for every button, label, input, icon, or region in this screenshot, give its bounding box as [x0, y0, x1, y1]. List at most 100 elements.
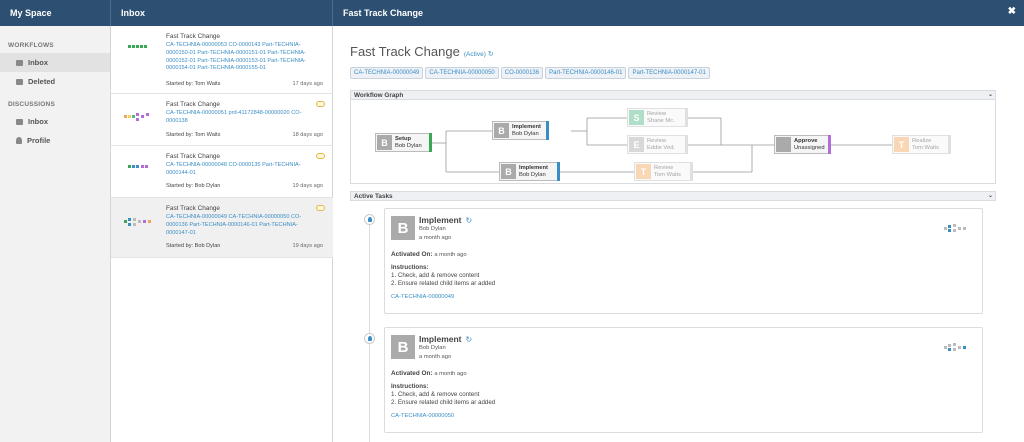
- user-icon: [16, 137, 22, 144]
- sidebar-item-label: Inbox: [28, 117, 48, 126]
- inbox-item[interactable]: Fast Track Change CA-TECHNIA-00000048 CO…: [111, 146, 333, 198]
- task-name: Implement: [419, 334, 462, 344]
- node-user: Shane Mc.: [647, 117, 675, 124]
- inbox-item-starter: Started by: Tom Waits: [166, 132, 221, 138]
- workflow-node-setup[interactable]: B Setup Bob Dylan: [375, 133, 432, 152]
- task-name-row: Implement ↻: [419, 215, 472, 225]
- node-name: Review: [647, 138, 667, 145]
- active-tasks-title: Active Tasks: [354, 193, 393, 200]
- task-assignee: Bob Dylan: [419, 226, 446, 232]
- inbox-item-selected[interactable]: Fast Track Change CA-TECHNIA-00000049 CA…: [111, 198, 333, 258]
- discussions-section-label: DISCUSSIONS: [8, 101, 55, 108]
- related-item-tag[interactable]: Part-TECHNIA-0000147-01: [628, 67, 710, 79]
- sidebar: WORKFLOWS Inbox Deleted DISCUSSIONS Inbo…: [0, 26, 111, 442]
- chevron-down-icon[interactable]: ⌄: [988, 91, 993, 100]
- sidebar-item-deleted[interactable]: Deleted: [0, 72, 110, 91]
- workflow-node-approve[interactable]: Approve Unassigned: [774, 135, 831, 154]
- inbox-item-starter: Started by: Bob Dylan: [166, 243, 221, 249]
- inbox-icon: [16, 118, 23, 125]
- related-item-tag[interactable]: Part-TECHNIA-0000146-01: [545, 67, 627, 79]
- instruction-line: 2. Ensure related child items ar added: [391, 399, 496, 406]
- avatar: B: [391, 216, 415, 240]
- task-link[interactable]: CA-TECHNIA-00000050: [391, 413, 454, 419]
- inbox-item-title: Fast Track Change: [166, 153, 220, 160]
- sidebar-item-profile[interactable]: Profile: [0, 131, 110, 150]
- workflow-thumbnail-icon: [128, 165, 148, 168]
- sidebar-item-label: Inbox: [28, 58, 48, 67]
- assignee-avatar: B: [377, 135, 392, 150]
- workflow-graph: B Setup Bob Dylan B Implement Bob Dylan B Imp…: [350, 100, 996, 184]
- related-item-tag[interactable]: CA-TECHNIA-00000050: [425, 67, 499, 79]
- inbox-item-date: 19 days ago: [292, 183, 323, 189]
- workflow-graph-title: Workflow Graph: [354, 92, 404, 99]
- refresh-icon[interactable]: ↻: [488, 51, 494, 58]
- workflow-node-implement[interactable]: B Implement Bob Dylan: [492, 121, 549, 140]
- sidebar-item-label: Profile: [27, 136, 51, 145]
- task-link[interactable]: CA-TECHNIA-00000049: [391, 294, 454, 300]
- inbox-header: Inbox: [111, 0, 333, 26]
- user-icon: [364, 214, 375, 225]
- related-item-tag[interactable]: CA-TECHNIA-00000049: [350, 67, 424, 79]
- workflow-graph-header[interactable]: Workflow Graph ⌄: [350, 90, 996, 100]
- workflow-node-implement[interactable]: B Implement Bob Dylan: [499, 162, 560, 181]
- assignee-avatar: T: [894, 137, 909, 152]
- close-icon[interactable]: ✖: [1008, 6, 1016, 17]
- inbox-item-date: 17 days ago: [292, 81, 323, 87]
- inbox-icon: [16, 59, 23, 66]
- node-user: Tom Waits: [912, 144, 939, 151]
- inbox-item-links[interactable]: CA-TECHNIA-00000053 CO-0000143 Part-TECH…: [166, 42, 316, 73]
- activated-label: Activated On:: [391, 251, 433, 258]
- inbox-item-links[interactable]: CA-TECHNIA-00000048 CO-0000135 Part-TECH…: [166, 162, 316, 178]
- inbox-title: Inbox: [121, 8, 145, 18]
- workflow-thumbnail-icon: [124, 113, 149, 121]
- detail-header: Fast Track Change ✖: [333, 0, 1024, 26]
- workflow-mini-icon[interactable]: [944, 342, 968, 352]
- node-name: Approve: [794, 138, 818, 145]
- app-window: My Space Inbox Fast Track Change ✖ WORKF…: [0, 0, 1024, 442]
- task-name: Implement: [419, 215, 462, 225]
- node-user: Bob Dylan: [512, 130, 539, 137]
- sidebar-item-workflow-inbox[interactable]: Inbox: [0, 53, 110, 72]
- inbox-item-links[interactable]: CA-TECHNIA-00000051 prd-41172848-0000002…: [166, 110, 316, 126]
- related-items: CA-TECHNIA-00000049 CA-TECHNIA-00000050 …: [350, 67, 710, 79]
- my-space-title: My Space: [10, 8, 52, 18]
- inbox-item-title: Fast Track Change: [166, 205, 220, 212]
- task-activated: Activated On: a month ago: [391, 251, 467, 258]
- detail-header-title: Fast Track Change: [343, 8, 424, 18]
- activated-label: Activated On:: [391, 370, 433, 377]
- workflow-mini-icon[interactable]: [944, 223, 968, 233]
- page-title: Fast Track Change (Active) ↻: [350, 44, 494, 59]
- task-activated: Activated On: a month ago: [391, 370, 467, 377]
- workflow-thumbnail-icon: [128, 45, 147, 48]
- refresh-icon[interactable]: ↻: [466, 335, 473, 344]
- workflow-node-review[interactable]: S Review Shane Mc.: [627, 108, 688, 127]
- node-user: Tom Waits: [654, 171, 681, 178]
- inbox-item[interactable]: Fast Track Change CA-TECHNIA-00000053 CO…: [111, 26, 333, 94]
- node-user: Eddie Ved.: [647, 144, 676, 151]
- inbox-list: Fast Track Change CA-TECHNIA-00000053 CO…: [111, 26, 333, 442]
- inbox-item[interactable]: Fast Track Change CA-TECHNIA-00000051 pr…: [111, 94, 333, 146]
- status-badge: (Active): [463, 51, 486, 58]
- task-card[interactable]: B Implement ↻ Bob Dylan a month ago Activ…: [384, 208, 983, 314]
- user-icon: [776, 137, 791, 152]
- instructions-label: Instructions:: [391, 383, 429, 390]
- workflow-title: Fast Track Change: [350, 44, 460, 59]
- workflow-node-review[interactable]: E Review Eddie Ved.: [627, 135, 688, 154]
- sidebar-item-discussion-inbox[interactable]: Inbox: [0, 112, 110, 131]
- node-name: Implement: [512, 124, 541, 131]
- node-user: Bob Dylan: [395, 142, 422, 149]
- comment-badge-icon: [316, 153, 325, 159]
- avatar: B: [391, 335, 415, 359]
- instruction-line: 1. Check, add & remove content: [391, 272, 480, 279]
- workflow-node-review[interactable]: T Review Tom Waits: [634, 162, 693, 181]
- related-item-tag[interactable]: CO-0000136: [500, 67, 544, 79]
- activated-value: a month ago: [434, 371, 467, 377]
- refresh-icon[interactable]: ↻: [466, 216, 473, 225]
- workflow-node-realize[interactable]: T Realize Tom Waits: [892, 135, 951, 154]
- task-card[interactable]: B Implement ↻ Bob Dylan a month ago Activ…: [384, 327, 983, 433]
- inbox-item-links[interactable]: CA-TECHNIA-00000049 CA-TECHNIA-00000050 …: [166, 214, 316, 237]
- node-name: Setup: [395, 136, 412, 143]
- instruction-line: 2. Ensure related child items ar added: [391, 280, 496, 287]
- node-user: Bob Dylan: [519, 171, 546, 178]
- node-name: Implement: [519, 165, 548, 172]
